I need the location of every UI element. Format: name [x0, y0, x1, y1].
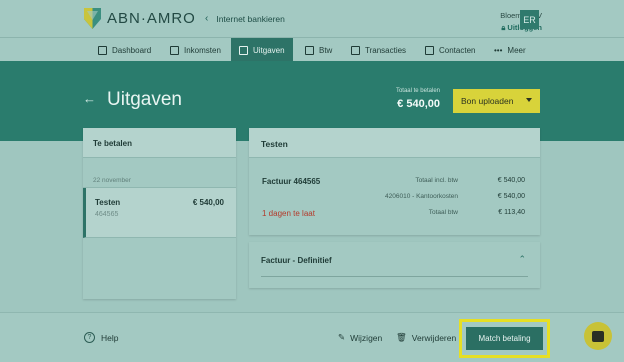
delete-label: Verwijderen [411, 332, 457, 343]
nav-inkomsten[interactable]: Inkomsten [170, 38, 221, 62]
caret-down-icon[interactable] [526, 98, 532, 102]
nav-inkomsten-label: Inkomsten [184, 45, 221, 55]
invoice-detail-panel: Testen Factuur 464565 Totaal incl. btw €… [249, 128, 540, 235]
trash-icon: 🗑︎ [396, 332, 407, 342]
divider [261, 276, 528, 277]
late-notice: 1 dagen te laat [262, 209, 315, 218]
nav-btw[interactable]: Btw [305, 38, 332, 62]
match-highlight: Match betaling [459, 319, 550, 358]
nav-uitgaven-label: Uitgaven [253, 45, 285, 55]
nav-contacten[interactable]: Contacten [425, 38, 475, 62]
upload-receipt-button[interactable]: Bon uploaden [453, 89, 540, 113]
top-header: ABN·AMRO ‹ Internet bankieren Bloemen BV… [0, 0, 624, 37]
lock-icon: 🔒︎ [501, 23, 506, 32]
action-footer: ? Help ✎ Wijzigen 🗑︎ Verwijderen Match b… [0, 312, 624, 362]
nav-dashboard-label: Dashboard [112, 45, 152, 55]
pencil-icon: ✎ [338, 332, 346, 342]
shield-logo-icon [84, 8, 101, 29]
category-value: € 540,00 [497, 193, 525, 200]
nav-meer[interactable]: ••• Meer [494, 38, 526, 62]
detail-heading: Testen [249, 128, 540, 158]
payable-number: 464565 [95, 211, 119, 218]
nav-contacten-label: Contacten [439, 45, 476, 55]
more-icon: ••• [494, 45, 503, 55]
contacts-icon [425, 45, 434, 55]
arrow-left-icon[interactable]: ← [83, 91, 96, 106]
chevron-up-icon[interactable]: ⌃ [518, 254, 526, 265]
document-icon [170, 45, 179, 55]
payables-panel: Te betalen 22 november Testen 464565 € 5… [83, 128, 236, 299]
upload-label: Bon uploaden [461, 96, 514, 106]
chat-icon [592, 330, 604, 342]
back-link-label: Internet bankieren [216, 13, 285, 24]
avatar[interactable]: ER [520, 10, 539, 29]
nav-uitgaven[interactable]: Uitgaven [231, 38, 293, 62]
logo-text: ABN·AMRO [107, 10, 196, 27]
abn-amro-logo[interactable]: ABN·AMRO [84, 8, 196, 29]
page-title: Uitgaven [107, 89, 182, 110]
due-label: Totaal te betalen [395, 88, 440, 94]
nav-transacties[interactable]: Transacties [351, 38, 406, 62]
total-incl-value: € 540,00 [497, 177, 525, 184]
total-vat-value: € 113,40 [498, 209, 525, 216]
definitive-invoice-section[interactable]: Factuur - Definitief ⌃ [249, 242, 540, 288]
due-amount: € 540,00 [397, 98, 440, 110]
nav-meer-label: Meer [507, 45, 526, 55]
help-label: Help [101, 332, 119, 343]
payables-heading: Te betalen [83, 128, 236, 158]
nav-dashboard[interactable]: Dashboard [98, 38, 151, 62]
chevron-left-icon: ‹ [205, 13, 209, 24]
help-button[interactable]: ? Help [84, 332, 118, 343]
edit-button[interactable]: ✎ Wijzigen [338, 332, 382, 343]
delete-button[interactable]: 🗑︎ Verwijderen [396, 332, 456, 343]
chat-button[interactable] [584, 322, 612, 350]
transactions-icon [351, 45, 360, 55]
list-item[interactable]: Testen 464565 € 540,00 [83, 188, 236, 238]
tax-icon [305, 45, 314, 55]
main-nav: Dashboard Inkomsten Uitgaven Btw Transac… [0, 37, 624, 62]
total-vat-label: Totaal btw [428, 209, 458, 216]
dashboard-icon [98, 45, 107, 55]
internet-bankieren-link[interactable]: ‹ Internet bankieren [205, 13, 285, 24]
total-incl-label: Totaal incl. btw [415, 177, 458, 184]
match-payment-button[interactable]: Match betaling [466, 327, 543, 350]
edit-label: Wijzigen [350, 332, 383, 343]
invoice-title: Factuur 464565 [262, 177, 321, 186]
category-label: 4206010 - Kantoorkosten [385, 193, 458, 200]
nav-btw-label: Btw [319, 45, 333, 55]
wallet-icon [239, 45, 248, 55]
payable-amount: € 540,00 [192, 198, 224, 207]
nav-transacties-label: Transacties [365, 45, 407, 55]
question-icon: ? [84, 332, 95, 343]
definitive-title: Factuur - Definitief [261, 256, 332, 265]
date-group-label: 22 november [83, 166, 236, 188]
